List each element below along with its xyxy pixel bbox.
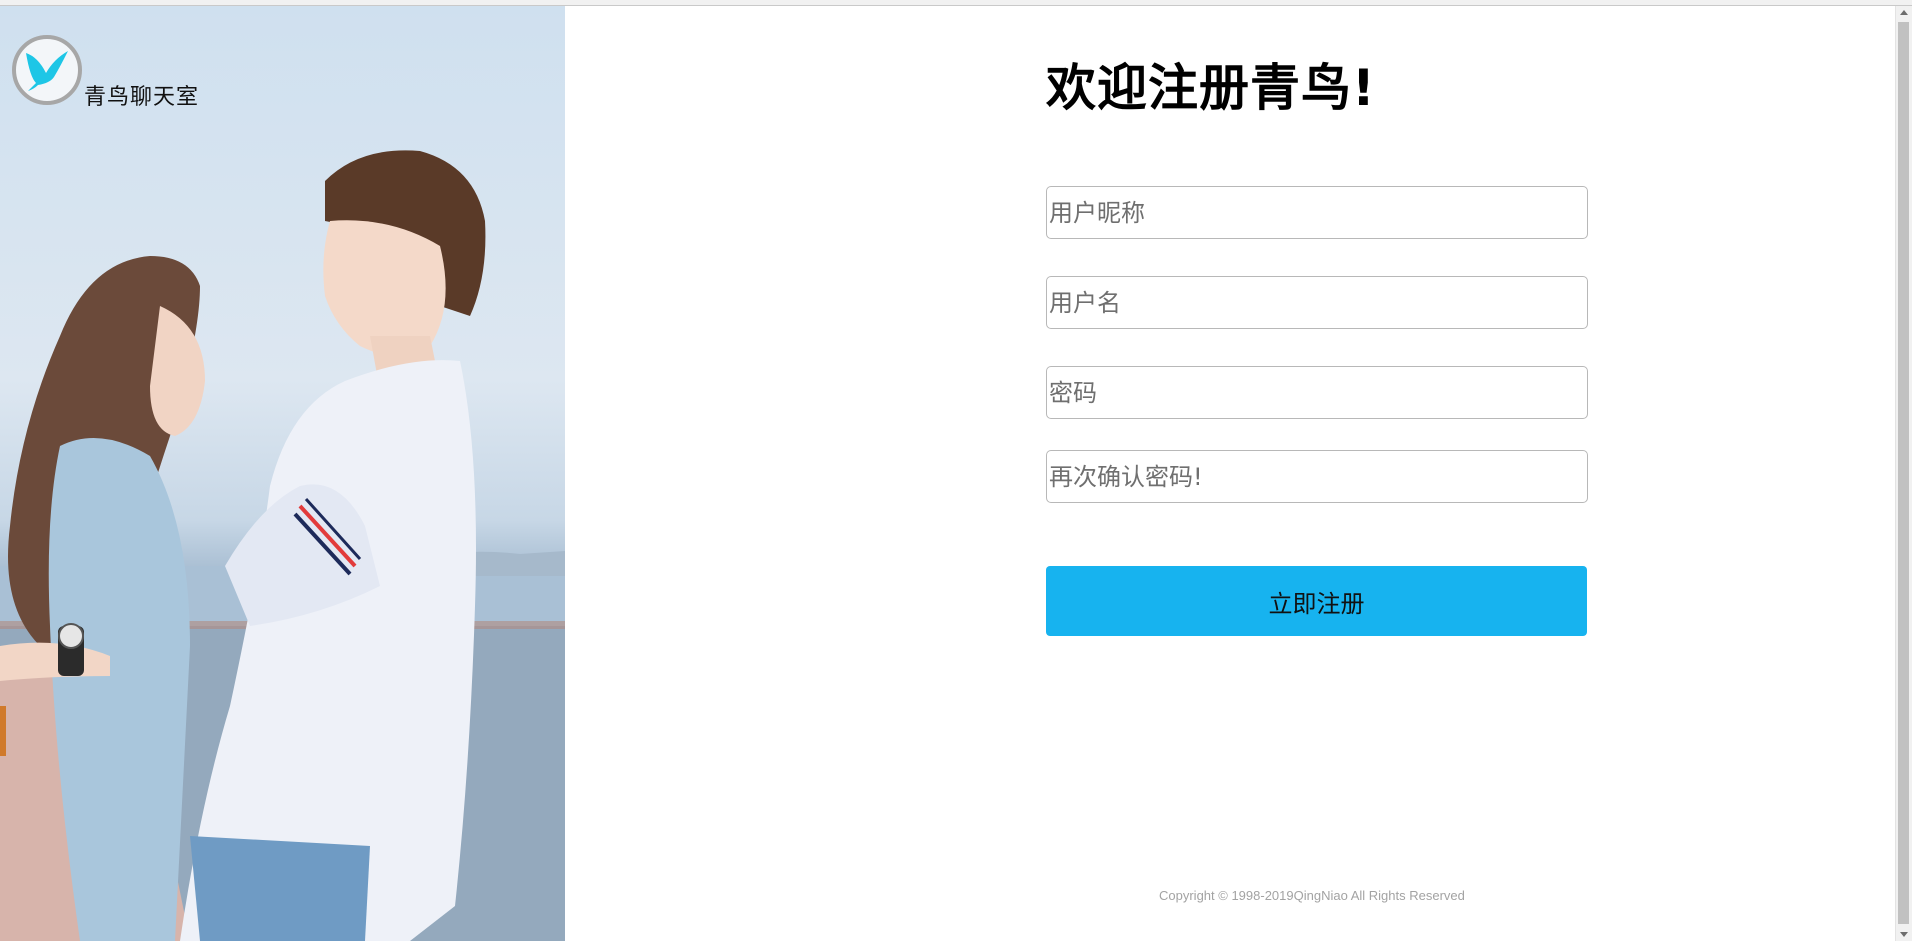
register-button[interactable]: 立即注册 — [1046, 566, 1587, 636]
hero-photo-panel: 青鸟聊天室 — [0, 6, 565, 941]
username-input[interactable] — [1046, 276, 1588, 329]
nickname-input[interactable] — [1046, 186, 1588, 239]
brand-logo[interactable]: 青鸟聊天室 — [12, 35, 199, 110]
confirm-password-input[interactable] — [1046, 450, 1588, 503]
scroll-down-icon[interactable] — [1900, 932, 1908, 937]
scroll-up-icon[interactable] — [1900, 10, 1908, 15]
password-input[interactable] — [1046, 366, 1588, 419]
bird-glyph — [26, 51, 68, 91]
scroll-thumb[interactable] — [1898, 22, 1909, 924]
bird-icon — [12, 35, 82, 105]
copyright-text: Copyright © 1998-2019QingNiao All Rights… — [1159, 888, 1465, 903]
couple-photo — [0, 150, 565, 941]
brand-name: 青鸟聊天室 — [84, 85, 200, 110]
page-title: 欢迎注册青鸟! — [1046, 59, 1376, 117]
vertical-scrollbar[interactable] — [1895, 6, 1912, 941]
